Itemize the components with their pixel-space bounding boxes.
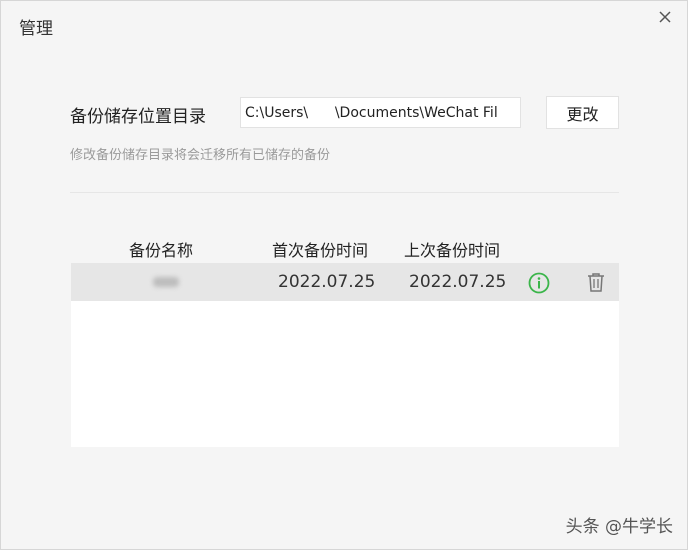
change-location-button[interactable]: 更改 (546, 96, 619, 129)
close-button[interactable] (655, 7, 675, 27)
backup-manage-dialog: 管理 备份储存位置目录 更改 修改备份储存目录将会迁移所有已储存的备份 备份名称… (0, 0, 688, 550)
table-row[interactable]: 2022.07.25 2022.07.25 (71, 263, 619, 301)
backup-table-header: 备份名称 首次备份时间 上次备份时间 (71, 237, 619, 261)
backup-table-body: 2022.07.25 2022.07.25 (71, 263, 619, 447)
watermark: 头条 @牛学长 (565, 517, 673, 537)
location-hint: 修改备份储存目录将会迁移所有已储存的备份 (70, 148, 331, 163)
first-backup-time-cell: 2022.07.25 (278, 272, 376, 292)
header-backup-name: 备份名称 (129, 241, 194, 260)
dialog-title: 管理 (19, 19, 53, 39)
backup-name-cell (153, 277, 179, 287)
header-first-backup-time: 首次备份时间 (272, 241, 369, 260)
trash-icon[interactable] (587, 272, 605, 292)
header-last-backup-time: 上次备份时间 (404, 241, 501, 260)
info-icon[interactable] (528, 272, 550, 294)
backup-location-label: 备份储存位置目录 (70, 107, 206, 127)
close-icon (659, 11, 671, 23)
divider (70, 192, 619, 193)
backup-path-field[interactable] (240, 97, 521, 128)
last-backup-time-cell: 2022.07.25 (409, 272, 507, 292)
